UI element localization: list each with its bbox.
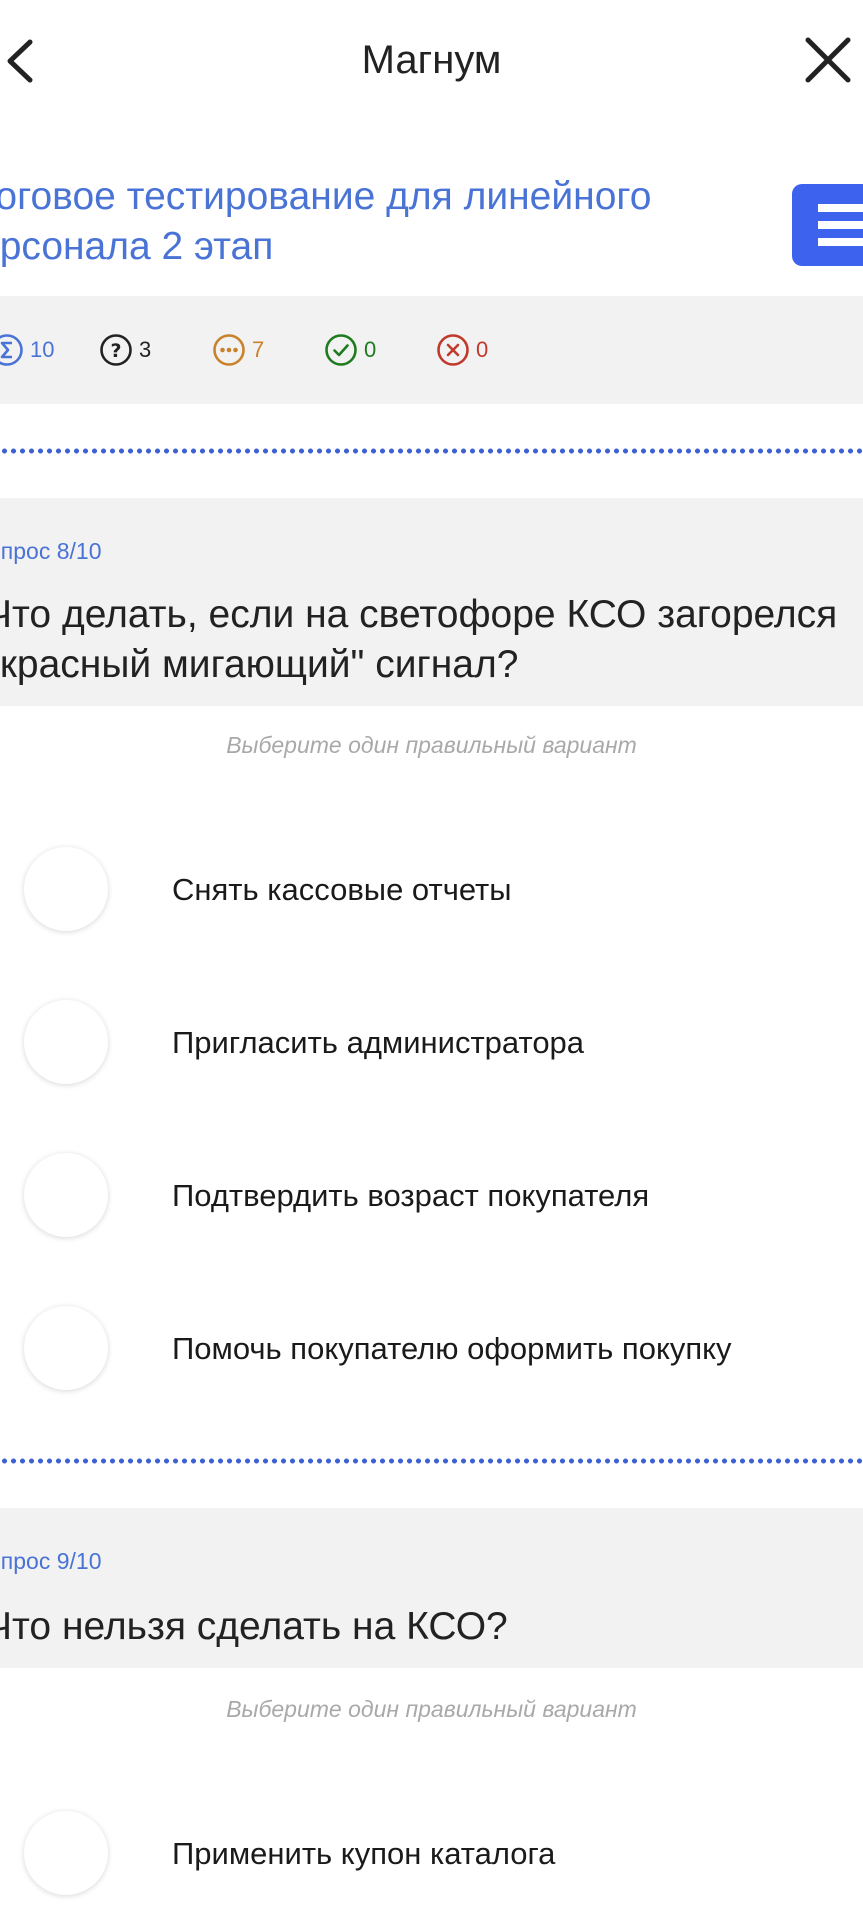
question-header: опрос 8/10 Что делать, если на светофоре… (0, 498, 863, 706)
page: Магнум тоговое тестирование для линейног… (0, 0, 863, 1920)
menu-icon-bar (818, 221, 863, 229)
question-hint: Выберите один правильный вариант (226, 732, 637, 758)
answer-option[interactable]: Подтвердить возраст покупателя (0, 1146, 863, 1246)
stat-correct-value: 0 (364, 337, 377, 362)
chevron-left-icon (7, 39, 33, 83)
dotted-separator (0, 1458, 863, 1464)
stat-in-progress-value: 7 (252, 337, 265, 362)
test-title: тоговое тестирование для линейного ерсон… (0, 175, 652, 268)
close-button[interactable] (798, 30, 858, 90)
radio-button[interactable] (24, 847, 108, 931)
answer-option-label: Помочь покупателю оформить покупку (172, 1331, 732, 1366)
question-number: опрос 8/10 (0, 538, 102, 564)
answer-option[interactable]: Снять кассовые отчеты (0, 840, 863, 940)
dotted-separator (0, 448, 863, 454)
question-icon: ? (100, 334, 132, 366)
more-dots-icon (213, 334, 245, 366)
back-button[interactable] (0, 30, 50, 90)
check-circle-icon (325, 334, 357, 366)
app-title: Магнум (361, 38, 502, 82)
menu-button[interactable] (792, 184, 863, 266)
stat-total: 10 (0, 332, 54, 368)
radio-button[interactable] (24, 1153, 108, 1237)
stat-wrong-value: 0 (476, 337, 489, 362)
stat-total-value: 10 (30, 337, 55, 362)
radio-button[interactable] (24, 1306, 108, 1390)
question-text: Что делать, если на светофоре КСО загоре… (0, 593, 838, 686)
question-header: опрос 9/10 Что нельзя сделать на КСО? (0, 1508, 863, 1668)
stats-bar: 10 ? 3 7 0 0 (0, 296, 863, 404)
top-bar: Магнум (0, 0, 863, 120)
stat-wrong: 0 (436, 332, 488, 368)
sigma-icon (0, 334, 23, 366)
radio-button[interactable] (24, 1000, 108, 1084)
question-hint: Выберите один правильный вариант (226, 1696, 637, 1722)
answer-option-label: Применить купон каталога (172, 1836, 556, 1871)
answer-option-label: Пригласить администратора (172, 1025, 585, 1060)
menu-icon-bar (818, 238, 863, 246)
answer-option-label: Подтвердить возраст покупателя (172, 1178, 650, 1213)
radio-button[interactable] (24, 1811, 108, 1895)
answer-option[interactable]: Помочь покупателю оформить покупку (0, 1299, 863, 1399)
menu-icon (818, 204, 863, 212)
question-text: Что нельзя сделать на КСО? (0, 1605, 508, 1648)
close-icon (805, 37, 851, 83)
stat-in-progress: 7 (212, 332, 264, 368)
stat-correct: 0 (324, 332, 376, 368)
stat-unanswered-value: 3 (139, 337, 152, 362)
x-circle-icon (437, 334, 469, 366)
answer-option-label: Снять кассовые отчеты (172, 872, 512, 907)
question-number: опрос 9/10 (0, 1548, 102, 1574)
answer-option[interactable]: Пригласить администратора (0, 993, 863, 1093)
svg-text:?: ? (110, 340, 121, 362)
answer-option[interactable]: Применить купон каталога (0, 1804, 863, 1904)
stat-unanswered: ? 3 (99, 332, 151, 368)
